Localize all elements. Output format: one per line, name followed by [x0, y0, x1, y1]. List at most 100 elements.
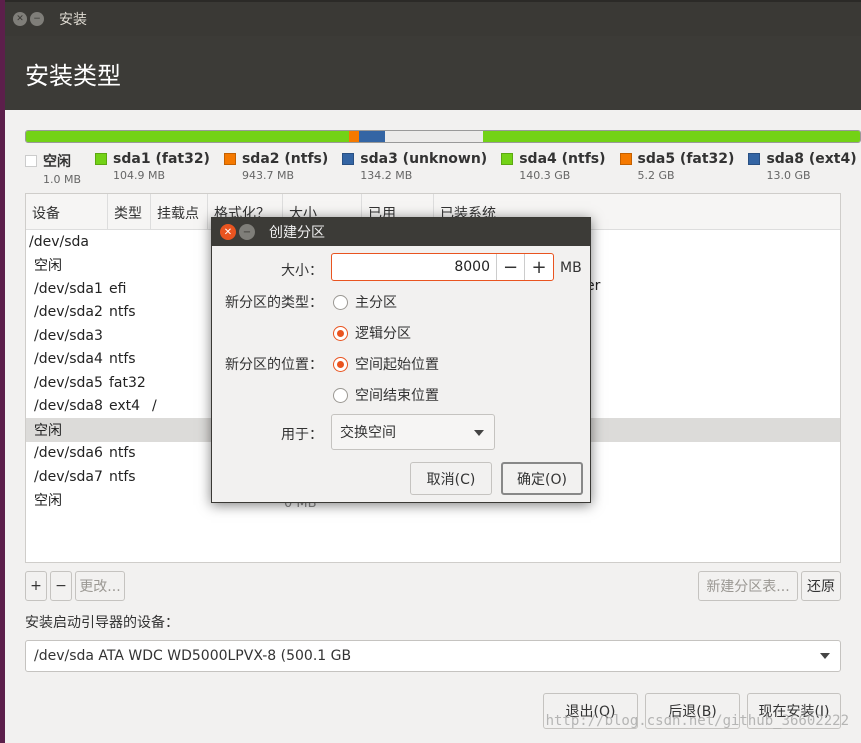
- radio-circle-selected: [333, 325, 348, 341]
- radio-circle: [333, 387, 348, 403]
- device-cell: 空闲: [34, 422, 62, 439]
- radio-start-label: 空间起始位置: [355, 357, 439, 373]
- partition-bar: [25, 130, 861, 143]
- device-cell: /dev/sda6: [34, 445, 103, 462]
- radio-circle: [333, 294, 348, 310]
- revert-button[interactable]: 还原: [801, 571, 841, 601]
- type-cell: ntfs: [109, 445, 136, 462]
- legend-row: sda8 (ext4): [748, 151, 857, 167]
- col-device[interactable]: 设备: [26, 194, 108, 229]
- window-title: 安装: [59, 12, 87, 28]
- legend-name: sda4 (ntfs): [519, 151, 606, 167]
- legend-swatch: [342, 153, 355, 165]
- legend-swatch: [95, 153, 108, 165]
- boot-device-value: /dev/sda ATA WDC WD5000LPVX-8 (500.1 GB: [34, 648, 352, 664]
- legend-size: 13.0 GB: [766, 169, 811, 182]
- device-cell: /dev/sda: [29, 233, 89, 250]
- type-cell: ext4: [109, 398, 141, 415]
- legend-item: sda4 (ntfs) 140.3 GB: [501, 151, 606, 186]
- legend-size: 1.0 MB: [43, 173, 82, 186]
- device-cell: 空闲: [34, 258, 62, 275]
- type-cell: ntfs: [109, 468, 136, 485]
- device-cell: /dev/sda5: [34, 374, 103, 391]
- legend-item: sda2 (ntfs) 943.7 MB: [223, 151, 328, 186]
- close-icon[interactable]: ✕: [13, 12, 27, 26]
- remove-partition-button[interactable]: −: [50, 571, 72, 601]
- device-cell: 空闲: [34, 493, 62, 510]
- legend-item: 空闲 1.0 MB: [25, 151, 81, 186]
- size-spinner[interactable]: 8000 − +: [331, 253, 554, 281]
- partition-bar-segment: [483, 131, 860, 142]
- decrement-button[interactable]: −: [497, 254, 525, 280]
- legend-size: 943.7 MB: [241, 169, 294, 182]
- legend-item: sda1 (fat32) 104.9 MB: [95, 151, 210, 186]
- size-label: 大小：: [281, 263, 323, 279]
- device-cell: /dev/sda1: [34, 280, 103, 297]
- ok-button[interactable]: 确定(O): [501, 462, 583, 495]
- legend-name: sda8 (ext4): [766, 151, 857, 167]
- add-partition-button[interactable]: +: [25, 571, 47, 601]
- close-icon[interactable]: ✕: [220, 224, 236, 240]
- legend-swatch: [748, 153, 761, 165]
- title-bar: ✕ − 安装: [5, 0, 861, 36]
- use-as-value: 交换空间: [340, 425, 396, 441]
- radio-logical-label: 逻辑分区: [355, 326, 411, 342]
- col-mount[interactable]: 挂载点: [151, 194, 208, 229]
- partition-bar-segment: [26, 131, 349, 142]
- increment-button[interactable]: +: [525, 254, 553, 280]
- watermark: http://blog.csdn.net/github_36602222: [545, 713, 849, 729]
- change-partition-button[interactable]: 更改...: [75, 571, 125, 601]
- radio-primary[interactable]: 主分区: [333, 292, 397, 312]
- partition-bar-segment: [358, 131, 386, 142]
- dialog-title-bar: ✕ − 创建分区: [212, 218, 590, 246]
- legend-row: sda2 (ntfs): [223, 151, 328, 167]
- minimize-icon[interactable]: −: [30, 12, 44, 26]
- device-cell: /dev/sda4: [34, 351, 103, 368]
- boot-device-label: 安装启动引导器的设备：: [25, 615, 179, 631]
- boot-device-select[interactable]: /dev/sda ATA WDC WD5000LPVX-8 (500.1 GB: [25, 640, 841, 672]
- new-partition-table-button[interactable]: 新建分区表...: [698, 571, 798, 601]
- legend-name: sda3 (unknown): [360, 151, 488, 167]
- type-cell: fat32: [109, 374, 146, 391]
- col-type[interactable]: 类型: [108, 194, 151, 229]
- type-cell: ntfs: [109, 304, 136, 321]
- page-title: 安装类型: [5, 36, 861, 110]
- minimize-icon[interactable]: −: [239, 224, 255, 240]
- device-cell: /dev/sda7: [34, 468, 103, 485]
- legend-row: sda5 (fat32): [619, 151, 735, 167]
- use-as-label: 用于：: [281, 427, 323, 443]
- device-cell: /dev/sda3: [34, 327, 103, 344]
- legend-row: sda1 (fat32): [95, 151, 210, 167]
- legend-item: sda3 (unknown) 134.2 MB: [342, 151, 487, 186]
- legend-size: 5.2 GB: [637, 169, 675, 182]
- radio-end[interactable]: 空间结束位置: [333, 385, 439, 405]
- mount-cell: /: [152, 398, 157, 415]
- dialog-title: 创建分区: [269, 225, 325, 241]
- legend-name: 空闲: [43, 154, 71, 170]
- partition-type-label: 新分区的类型：: [225, 295, 323, 311]
- radio-primary-label: 主分区: [355, 295, 397, 311]
- legend-size: 140.3 GB: [519, 169, 571, 182]
- legend-swatch: [501, 153, 514, 165]
- type-cell: efi: [109, 280, 127, 297]
- use-as-select[interactable]: 交换空间: [331, 414, 495, 450]
- legend-item: sda8 (ext4) 13.0 GB: [748, 151, 857, 186]
- partition-legend: 空闲 1.0 MB sda1 (fat32) 104.9 MB sda2 (ntfs) 9…: [25, 151, 861, 186]
- legend-size: 134.2 MB: [360, 169, 413, 182]
- legend-swatch: [223, 153, 236, 165]
- size-unit: MB: [560, 260, 582, 276]
- partition-bar-segment: [385, 131, 483, 142]
- legend-size: 104.9 MB: [113, 169, 166, 182]
- legend-row: sda3 (unknown): [342, 151, 487, 167]
- create-partition-dialog: ✕ − 创建分区 大小： 8000 − + MB 新分区的类型： 主分区 逻辑分…: [211, 217, 591, 503]
- radio-start[interactable]: 空间起始位置: [333, 354, 439, 374]
- legend-name: sda1 (fat32): [113, 151, 210, 167]
- legend-row: sda4 (ntfs): [501, 151, 606, 167]
- legend-name: sda5 (fat32): [637, 151, 735, 167]
- cancel-button[interactable]: 取消(C): [410, 462, 492, 495]
- radio-logical[interactable]: 逻辑分区: [333, 323, 411, 343]
- radio-circle-selected: [333, 356, 348, 372]
- size-input[interactable]: 8000: [332, 254, 497, 280]
- partition-bar-segment: [348, 131, 359, 142]
- radio-end-label: 空间结束位置: [355, 388, 439, 404]
